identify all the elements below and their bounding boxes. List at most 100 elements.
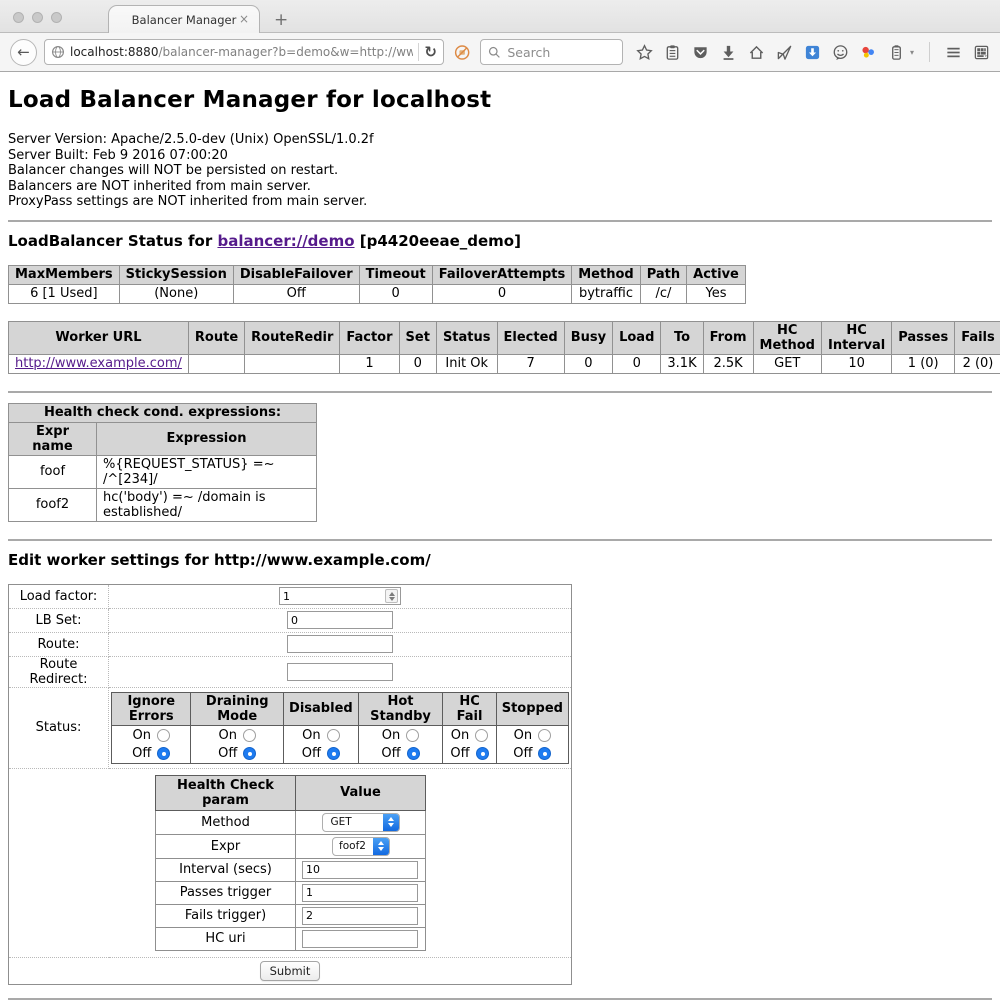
pocket-icon[interactable]: [692, 44, 709, 61]
hc-fail-off-radio[interactable]: [476, 747, 489, 760]
window-close-button[interactable]: [13, 12, 24, 23]
col-stickysession: StickySession: [119, 265, 233, 284]
hamburger-menu-icon[interactable]: [945, 44, 962, 61]
col-draining-mode: Draining Mode: [191, 692, 284, 725]
expr-select[interactable]: foof2: [332, 837, 390, 856]
passes-label: Passes trigger: [156, 881, 296, 904]
col-path: Path: [640, 265, 686, 284]
bookmark-star-icon[interactable]: [636, 44, 653, 61]
draining-mode-off-radio[interactable]: [243, 747, 256, 760]
col-worker-url: Worker URL: [9, 321, 189, 354]
url-divider: [418, 43, 419, 61]
hc-expressions-table: Health check cond. expressions: Expr nam…: [8, 403, 317, 522]
col-value: Value: [296, 775, 426, 810]
worker-status-table: Worker URL Route RouteRedir Factor Set S…: [8, 321, 1000, 374]
search-placeholder: Search: [507, 45, 550, 60]
ignore-errors-off-radio[interactable]: [157, 747, 170, 760]
reload-button[interactable]: ↻: [424, 43, 437, 61]
stopped-on-radio[interactable]: [538, 729, 551, 742]
hc-uri-input[interactable]: [302, 930, 418, 948]
disabled-on-radio[interactable]: [327, 729, 340, 742]
url-path: /balancer-manager?b=demo&w=http://www.ex…: [158, 45, 413, 59]
toolbar-icons: ▾: [636, 42, 990, 62]
hc-header-row: Health Check param Value: [156, 775, 426, 810]
lb-set-input[interactable]: [287, 611, 393, 629]
download-panel-icon[interactable]: [804, 44, 821, 61]
search-bar[interactable]: Search: [480, 39, 623, 65]
table-row: foof2 hc('body') =~ /domain is establish…: [9, 488, 317, 521]
edit-worker-form: Load factor: LB Set: Route: Route Redire…: [8, 584, 572, 985]
section-divider: [8, 391, 992, 393]
col-disablefailover: DisableFailover: [233, 265, 359, 284]
hc-expressions-title: Health check cond. expressions:: [9, 403, 317, 422]
url-domain: localhost:8880: [70, 45, 158, 59]
hc-fail-on-radio[interactable]: [475, 729, 488, 742]
window-zoom-button[interactable]: [51, 12, 62, 23]
hc-row-fails: Fails trigger): [156, 904, 426, 927]
home-icon[interactable]: [748, 44, 765, 61]
fails-input[interactable]: [302, 907, 418, 925]
ignore-errors-on-radio[interactable]: [157, 729, 170, 742]
table-header-row: Expr name Expression: [9, 422, 317, 455]
col-expr-name: Expr name: [9, 422, 97, 455]
interval-input[interactable]: [302, 861, 418, 879]
expr-label: Expr: [156, 834, 296, 858]
tab-title: Balancer Manager: [132, 13, 237, 27]
window-controls: [13, 12, 62, 23]
form-row-load-factor: Load factor:: [9, 584, 572, 608]
globe-icon: [51, 45, 65, 59]
tab-close-icon[interactable]: ×: [239, 12, 249, 26]
worker-url-link[interactable]: http://www.example.com/: [15, 356, 182, 371]
table-header-row: Worker URL Route RouteRedir Factor Set S…: [9, 321, 1000, 354]
test-pilot-dots-icon[interactable]: [860, 44, 877, 61]
table-row: foof %{REQUEST_STATUS} =~ /^[234]/: [9, 455, 317, 488]
disabled-off-radio[interactable]: [327, 747, 340, 760]
method-select[interactable]: GET: [322, 813, 400, 832]
tab-strip: Balancer Manager × +: [108, 5, 288, 33]
col-expression: Expression: [97, 422, 317, 455]
reading-list-icon[interactable]: [664, 44, 681, 61]
balancer-status-table: MaxMembers StickySession DisableFailover…: [8, 265, 746, 304]
new-tab-button[interactable]: +: [274, 10, 288, 33]
tab-balancer-manager[interactable]: Balancer Manager ×: [108, 5, 260, 33]
url-bar[interactable]: localhost:8880/balancer-manager?b=demo&w…: [44, 39, 444, 65]
load-factor-input[interactable]: [279, 587, 401, 605]
url-text[interactable]: localhost:8880/balancer-manager?b=demo&w…: [70, 45, 413, 59]
passes-input[interactable]: [302, 884, 418, 902]
status-header-row: Ignore Errors Draining Mode Disabled Hot…: [112, 692, 569, 725]
chevron-down-icon[interactable]: ▾: [910, 48, 914, 57]
addon-grid-icon[interactable]: [973, 44, 990, 61]
col-stopped: Stopped: [496, 692, 568, 725]
submit-button[interactable]: Submit: [260, 961, 321, 981]
back-arrow-icon: ←: [17, 43, 30, 61]
col-method: Method: [572, 265, 640, 284]
send-icon[interactable]: [776, 44, 793, 61]
balancer-demo-link[interactable]: balancer://demo: [217, 232, 354, 250]
content-blocked-icon[interactable]: [454, 44, 470, 61]
draining-mode-on-radio[interactable]: [243, 729, 256, 742]
route-redirect-input[interactable]: [287, 663, 393, 681]
hot-standby-off-radio[interactable]: [407, 747, 420, 760]
col-timeout: Timeout: [359, 265, 432, 284]
col-maxmembers: MaxMembers: [9, 265, 120, 284]
number-spinner[interactable]: [385, 589, 398, 603]
container-battery-icon[interactable]: [888, 44, 905, 61]
stopped-off-radio[interactable]: [538, 747, 551, 760]
window-minimize-button[interactable]: [32, 12, 43, 23]
downloads-icon[interactable]: [720, 44, 737, 61]
hot-standby-on-radio[interactable]: [406, 729, 419, 742]
status-table: Ignore Errors Draining Mode Disabled Hot…: [111, 692, 569, 764]
back-button[interactable]: ←: [10, 39, 37, 66]
col-hc-fail: HC Fail: [443, 692, 496, 725]
form-row-route: Route:: [9, 632, 572, 656]
col-active: Active: [687, 265, 746, 284]
status-label: Status:: [9, 687, 109, 768]
form-row-status: Status: Ignore Errors Draining Mode Disa…: [9, 687, 572, 768]
table-row: http://www.example.com/ 1 0 Init Ok 7 0 …: [9, 354, 1000, 373]
route-input[interactable]: [287, 635, 393, 653]
server-info: Server Version: Apache/2.5.0-dev (Unix) …: [8, 132, 992, 210]
route-label: Route:: [9, 632, 109, 656]
select-stepper-icon: [383, 814, 399, 831]
forum-smiley-icon[interactable]: [832, 44, 849, 61]
page-content: Load Balancer Manager for localhost Serv…: [0, 87, 1000, 1000]
